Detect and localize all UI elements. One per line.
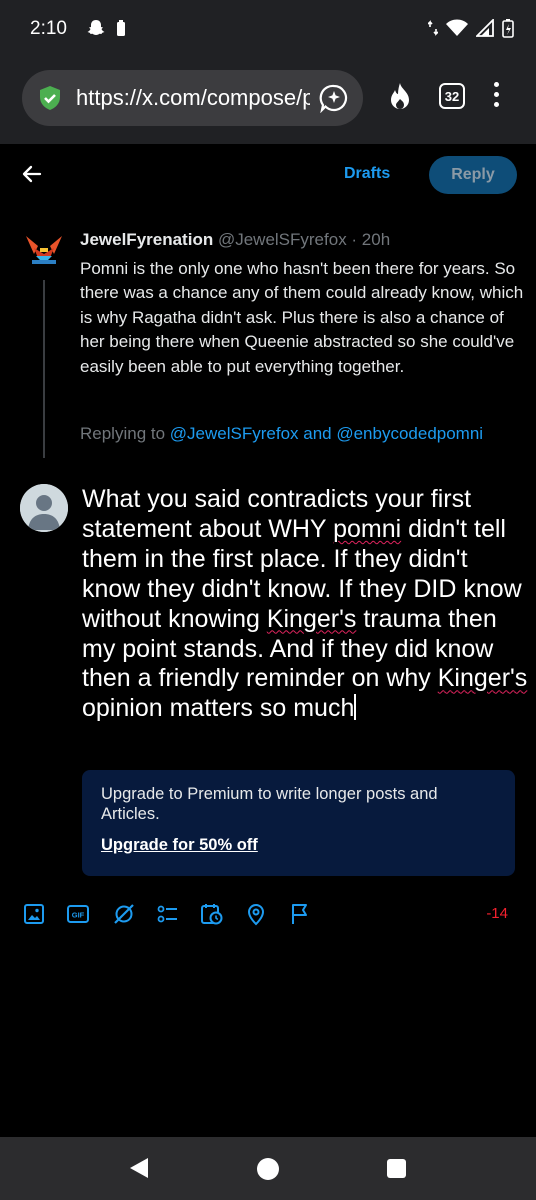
- text-cursor: [354, 694, 356, 721]
- share-icon[interactable]: [319, 83, 349, 118]
- post-header: JewelFyrenation @JewelSFyrefox · 20h: [80, 230, 390, 250]
- flag-icon[interactable]: [288, 902, 312, 926]
- replying-mentions[interactable]: @JewelSFyrefox and @enbycodedpomni: [170, 424, 483, 443]
- misspelled-word: Kinger's: [266, 604, 357, 633]
- battery-icon: [502, 18, 514, 43]
- back-arrow-icon[interactable]: [20, 162, 44, 191]
- browser-toolbar: https://x.com/compose/post 32: [0, 60, 536, 144]
- menu-icon[interactable]: [494, 82, 499, 107]
- status-bar: 2:10: [0, 0, 536, 60]
- author-handle-time: @JewelSFyrefox · 20h: [217, 230, 391, 249]
- data-arrows-icon: [427, 19, 439, 42]
- grok-icon[interactable]: [112, 902, 136, 926]
- misspelled-word: Kinger's: [437, 664, 528, 693]
- post-text: Pomni is the only one who hasn't been th…: [80, 259, 524, 376]
- wifi-icon: [446, 19, 468, 42]
- drafts-button[interactable]: Drafts: [344, 165, 390, 183]
- battery-saver-icon: [116, 19, 126, 42]
- character-counter: -14: [486, 905, 508, 922]
- author-avatar[interactable]: [20, 226, 68, 274]
- svg-text:GIF: GIF: [72, 911, 85, 920]
- premium-upsell: Upgrade to Premium to write longer posts…: [82, 770, 515, 876]
- shield-check-icon[interactable]: [36, 84, 64, 117]
- fire-icon[interactable]: [386, 82, 414, 117]
- image-icon[interactable]: [22, 902, 46, 926]
- status-time: 2:10: [30, 18, 67, 39]
- compose-text-segment: opinion matters so much: [82, 694, 355, 723]
- signal-icon: [474, 17, 494, 42]
- gif-icon[interactable]: GIF: [66, 902, 90, 926]
- snapchat-icon: [86, 18, 106, 43]
- replying-prefix: Replying to: [80, 424, 170, 443]
- replying-to: Replying to @JewelSFyrefox and @enbycode…: [80, 424, 483, 444]
- system-nav-bar: [0, 1137, 536, 1200]
- reply-button[interactable]: Reply: [429, 156, 517, 194]
- upgrade-link[interactable]: Upgrade for 50% off: [101, 836, 258, 855]
- user-avatar[interactable]: [20, 484, 68, 532]
- compose-toolbar: GIF -14: [22, 902, 514, 928]
- author-name[interactable]: JewelFyrenation: [80, 230, 213, 249]
- thread-line: [43, 280, 45, 458]
- tabs-icon[interactable]: 32: [439, 83, 465, 109]
- poll-icon[interactable]: [156, 902, 180, 926]
- address-bar[interactable]: https://x.com/compose/post: [22, 70, 363, 126]
- nav-home-icon[interactable]: [257, 1158, 279, 1180]
- nav-recents-icon[interactable]: [387, 1159, 406, 1178]
- premium-text: Upgrade to Premium to write longer posts…: [101, 785, 438, 823]
- compose-textarea[interactable]: What you said contradicts your first sta…: [82, 485, 530, 724]
- misspelled-word: pomni: [333, 514, 402, 543]
- nav-back-icon[interactable]: [128, 1157, 150, 1184]
- url-text[interactable]: https://x.com/compose/post: [76, 85, 310, 111]
- location-icon[interactable]: [244, 902, 268, 926]
- schedule-icon[interactable]: [200, 902, 224, 926]
